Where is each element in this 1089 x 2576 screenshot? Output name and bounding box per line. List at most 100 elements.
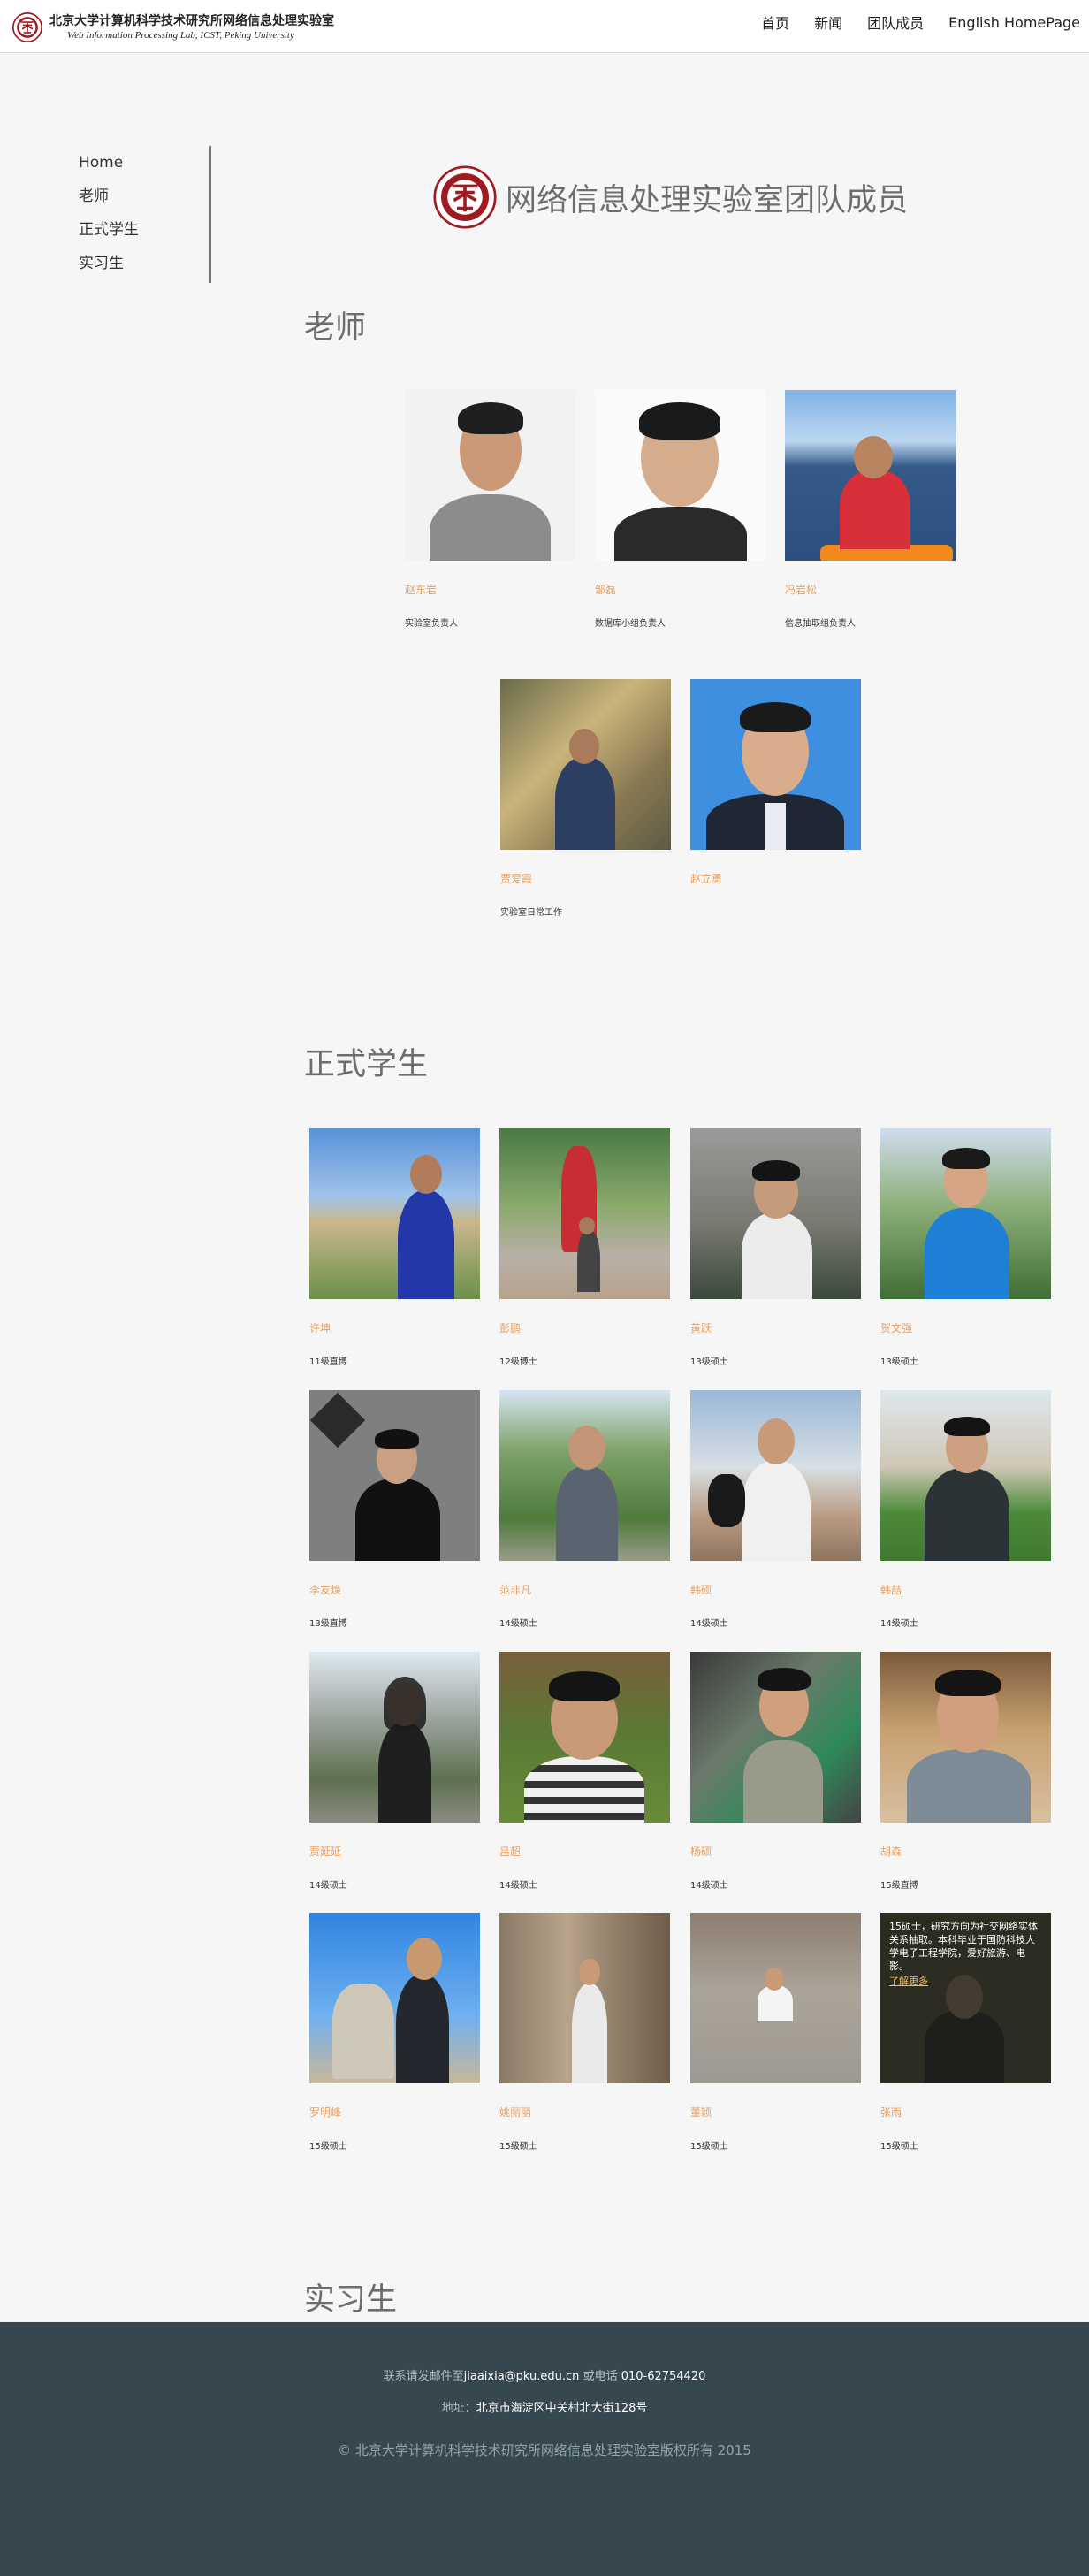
member-role: 12级博士 [499,1357,537,1367]
footer: 联系请发邮件至jiaaixia@pku.edu.cn 或电话 010-62754… [0,2322,1089,2576]
nav-home-link[interactable]: 首页 [761,11,789,33]
sidenav-item-teachers[interactable]: 老师 [79,180,209,213]
member-role: 14级硕士 [690,1881,728,1891]
student-card[interactable]: 彭鹏 12级博士 [499,1128,670,1367]
member-photo[interactable] [309,1652,480,1823]
member-photo[interactable] [499,1128,670,1299]
student-card[interactable]: 黄跃 13级硕士 [690,1128,861,1367]
member-name[interactable]: 韩硕 [690,1582,712,1597]
student-card[interactable]: 李友焕 13级直博 [309,1390,480,1629]
contact-prefix: 联系请发邮件至 [383,2370,464,2383]
nav-team-link[interactable]: 团队成员 [867,11,924,33]
member-role: 15级直博 [880,1881,918,1891]
member-photo[interactable] [690,679,861,850]
member-name[interactable]: 赵立勇 [690,871,722,886]
member-photo[interactable] [499,1652,670,1823]
student-card[interactable]: 杨硕 14级硕士 [690,1652,861,1891]
member-role: 数据库小组负责人 [595,619,666,629]
member-role: 13级硕士 [880,1357,918,1367]
member-photo[interactable] [595,390,765,561]
member-name[interactable]: 罗明峰 [309,2105,341,2120]
member-photo[interactable] [499,1390,670,1561]
pku-seal-icon [433,165,497,229]
member-role: 15级硕士 [880,2142,918,2152]
student-card-hovered[interactable]: 15硕士，研究方向为社交网络实体关系抽取。本科毕业于国防科技大学电子工程学院，爱… [880,1913,1051,2152]
member-name[interactable]: 彭鹏 [499,1320,521,1335]
side-nav: Home 老师 正式学生 实习生 [79,146,211,283]
site-brand[interactable]: 北京大学计算机科学技术研究所网络信息处理实验室 Web Information … [12,12,334,42]
member-name[interactable]: 贺文强 [880,1320,912,1335]
member-photo[interactable]: 15硕士，研究方向为社交网络实体关系抽取。本科毕业于国防科技大学电子工程学院，爱… [880,1913,1051,2083]
member-name[interactable]: 姚丽丽 [499,2105,531,2120]
member-photo[interactable] [785,390,956,561]
student-card[interactable]: 姚丽丽 15级硕士 [499,1913,670,2152]
address-value: 北京市海淀区中关村北大街128号 [476,2402,648,2415]
member-name[interactable]: 赵东岩 [405,582,437,597]
member-photo[interactable] [880,1390,1051,1561]
member-photo[interactable] [690,1390,861,1561]
member-role: 14级硕士 [499,1619,537,1629]
sidenav-item-interns[interactable]: 实习生 [79,247,209,280]
teacher-card[interactable]: 邹磊 数据库小组负责人 [595,390,765,629]
member-name[interactable]: 董颖 [690,2105,712,2120]
member-photo[interactable] [690,1128,861,1299]
student-card[interactable]: 范非凡 14级硕士 [499,1390,670,1629]
member-role: 11级直博 [309,1357,347,1367]
member-photo[interactable] [880,1128,1051,1299]
page-header: 网络信息处理实验室团队成员 [433,163,908,232]
contact-phone: 010-62754420 [621,2370,706,2383]
teacher-card[interactable]: 赵立勇 [690,679,861,885]
member-photo[interactable] [309,1390,480,1561]
member-photo[interactable] [880,1652,1051,1823]
member-name[interactable]: 冯岩松 [785,582,817,597]
member-photo[interactable] [690,1652,861,1823]
member-photo[interactable] [309,1913,480,2083]
sidenav-item-students[interactable]: 正式学生 [79,213,209,247]
nav-news-link[interactable]: 新闻 [814,11,842,33]
student-card[interactable]: 董颖 15级硕士 [690,1913,861,2152]
learn-more-link[interactable]: 了解更多 [889,1975,1042,1988]
member-name[interactable]: 杨硕 [690,1844,712,1859]
nav-english-link[interactable]: English HomePage [948,14,1080,31]
teacher-card[interactable]: 冯岩松 信息抽取组负责人 [785,390,956,629]
teacher-card[interactable]: 赵东岩 实验室负责人 [405,390,575,629]
member-role: 15级硕士 [690,2142,728,2152]
student-card[interactable]: 许坤 11级直博 [309,1128,480,1367]
member-photo[interactable] [499,1913,670,2083]
member-name[interactable]: 范非凡 [499,1582,531,1597]
lab-name-en: Web Information Processing Lab, ICST, Pe… [67,29,294,41]
member-photo[interactable] [405,390,575,561]
member-photo[interactable] [500,679,671,850]
member-name[interactable]: 许坤 [309,1320,331,1335]
contact-email[interactable]: jiaaixia@pku.edu.cn [464,2370,580,2383]
member-photo[interactable] [690,1913,861,2083]
student-card[interactable]: 贾延延 14级硕士 [309,1652,480,1891]
footer-copyright: © 北京大学计算机科学技术研究所网络信息处理实验室版权所有 2015 [338,2442,751,2458]
student-card[interactable]: 贺文强 13级硕士 [880,1128,1051,1367]
teacher-card[interactable]: 贾爱霞 实验室日常工作 [500,679,671,918]
student-card[interactable]: 韩硕 14级硕士 [690,1390,861,1629]
member-role: 信息抽取组负责人 [785,619,856,629]
member-hover-caption: 15硕士，研究方向为社交网络实体关系抽取。本科毕业于国防科技大学电子工程学院，爱… [889,1920,1042,1988]
sidenav-item-home[interactable]: Home [79,146,209,180]
member-name[interactable]: 贾爱霞 [500,871,532,886]
student-card[interactable]: 韩喆 14级硕士 [880,1390,1051,1629]
section-title-teachers: 老师 [304,310,367,346]
member-name[interactable]: 李友焕 [309,1582,341,1597]
student-card[interactable]: 罗明峰 15级硕士 [309,1913,480,2152]
member-name[interactable]: 贾延延 [309,1844,341,1859]
member-name[interactable]: 黄跃 [690,1320,712,1335]
footer-address: 地址：北京市海淀区中关村北大街128号 [0,2398,1089,2415]
member-role: 实验室日常工作 [500,908,562,918]
page-title: 网络信息处理实验室团队成员 [506,182,909,218]
member-role: 实验室负责人 [405,619,458,629]
member-name[interactable]: 韩喆 [880,1582,902,1597]
student-card[interactable]: 胡森 15级直博 [880,1652,1051,1891]
student-card[interactable]: 吕超 14级硕士 [499,1652,670,1891]
member-name[interactable]: 邹磊 [595,582,616,597]
member-name[interactable]: 胡森 [880,1844,902,1859]
member-name[interactable]: 张雨 [880,2105,902,2120]
member-name[interactable]: 吕超 [499,1844,521,1859]
member-role: 14级硕士 [499,1881,537,1891]
member-photo[interactable] [309,1128,480,1299]
